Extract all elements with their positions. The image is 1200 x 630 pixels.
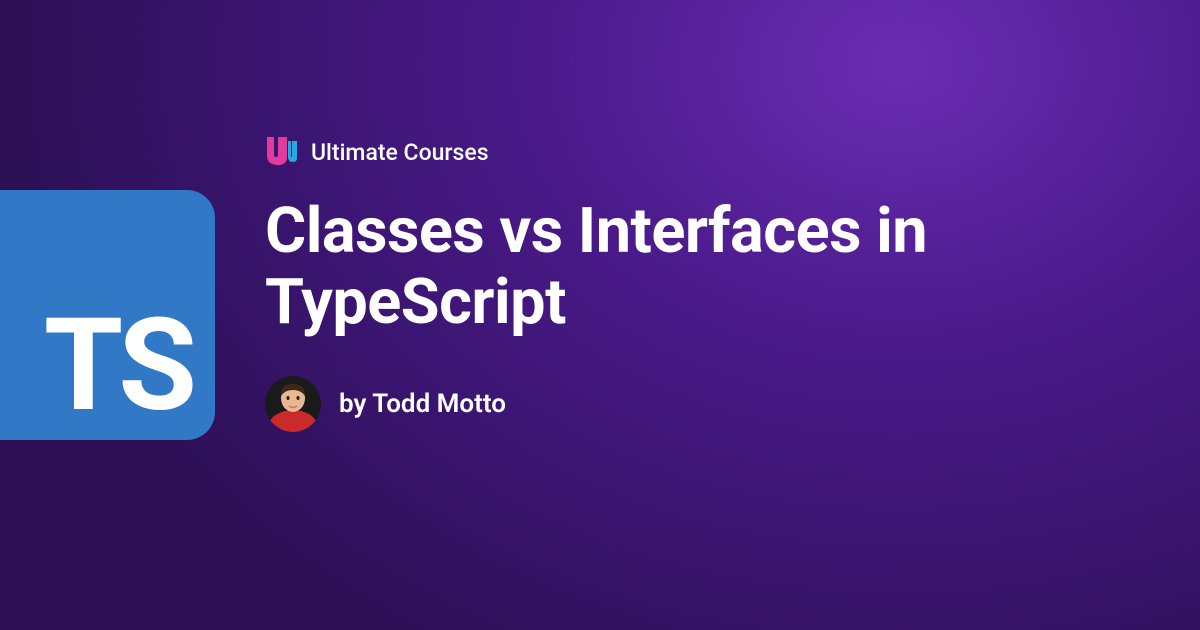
typescript-badge-text: TS [44, 302, 193, 430]
brand-name: Ultimate Courses [311, 139, 489, 166]
author-row: by Todd Motto [265, 376, 1140, 432]
author-byline: by Todd Motto [339, 389, 506, 419]
content-area: Ultimate Courses Classes vs Interfaces i… [265, 135, 1140, 432]
article-title: Classes vs Interfaces in TypeScript [265, 197, 1140, 338]
brand-row: Ultimate Courses [265, 135, 1140, 169]
typescript-badge: TS [0, 190, 215, 440]
author-avatar [265, 376, 321, 432]
ultimate-courses-logo-icon [265, 135, 297, 169]
